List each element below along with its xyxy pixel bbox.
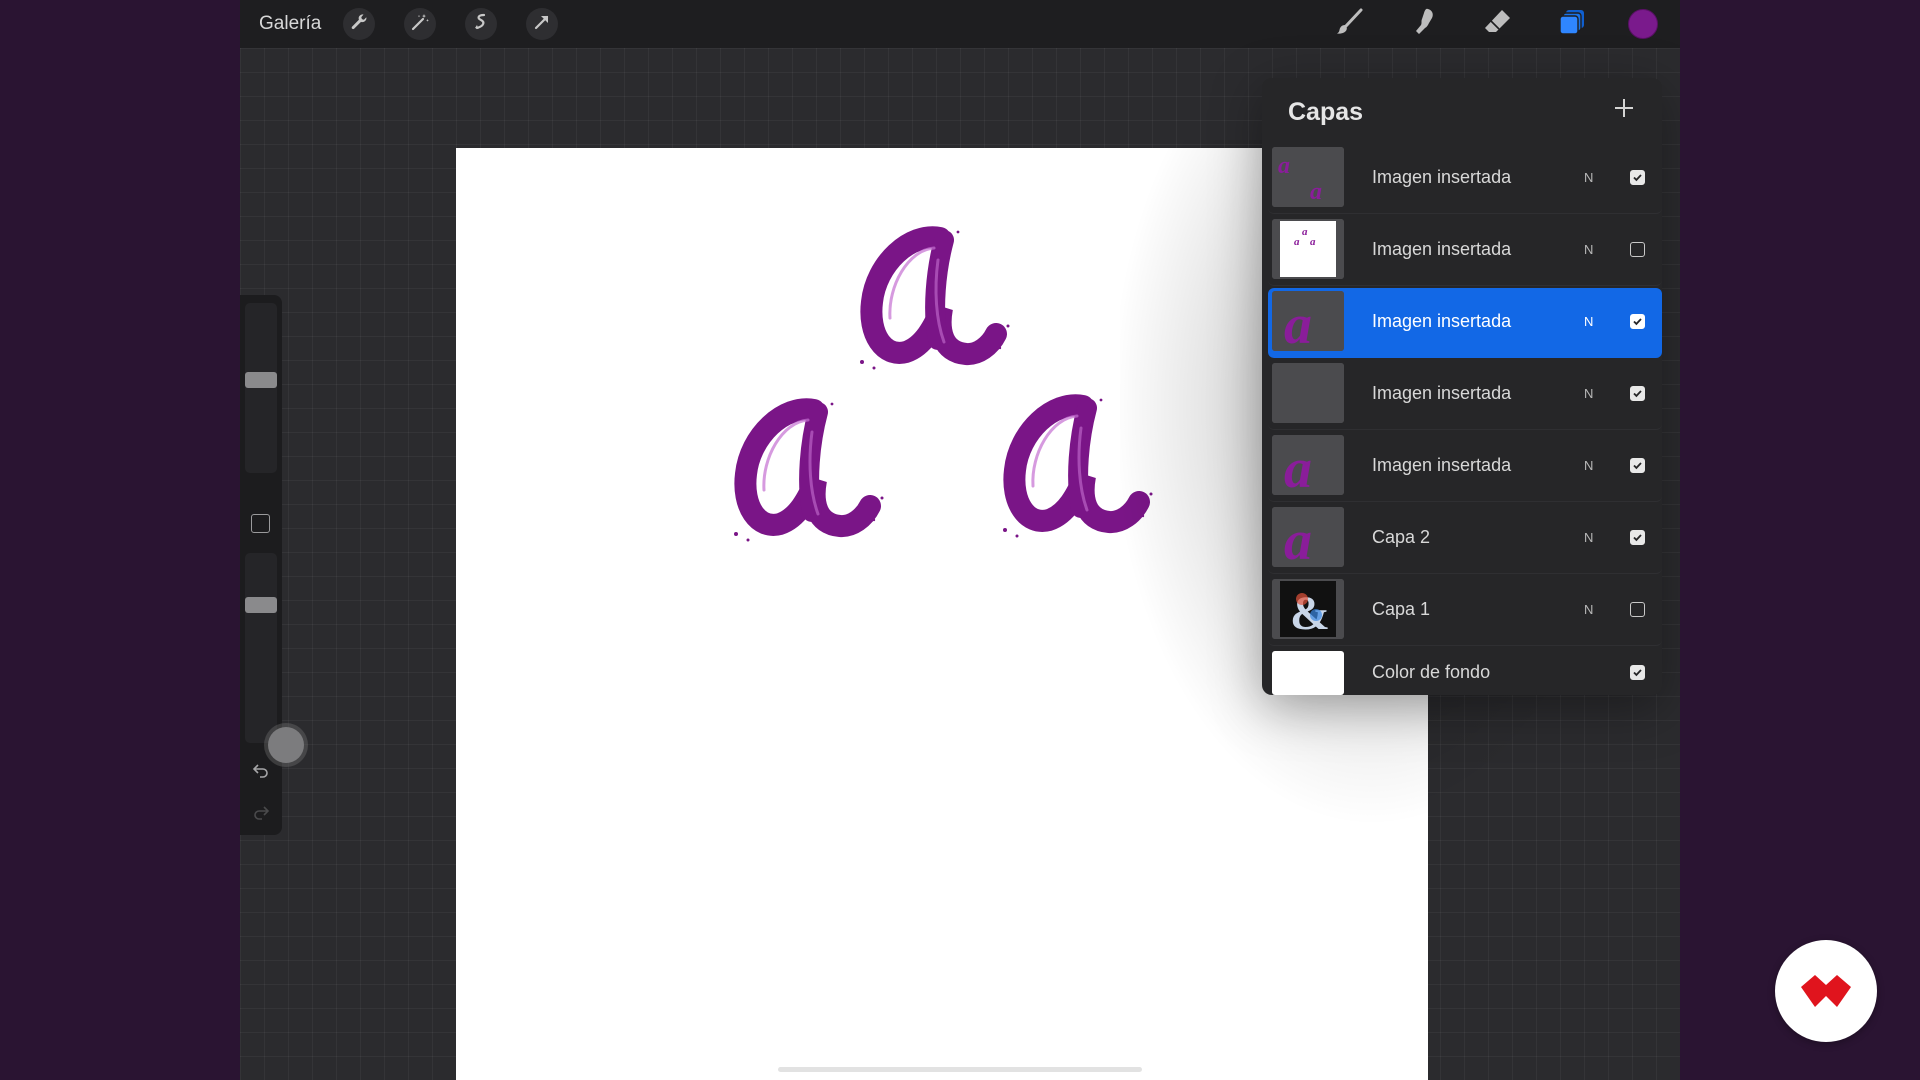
home-indicator[interactable] bbox=[778, 1067, 1142, 1072]
layer-thumbnail[interactable]: aa bbox=[1272, 147, 1344, 207]
layer-row[interactable]: a a a Imagen insertada N bbox=[1268, 216, 1662, 286]
svg-text:&: & bbox=[1290, 587, 1330, 639]
letter-a-top bbox=[860, 231, 1010, 370]
letter-a-left bbox=[734, 403, 884, 542]
right-tool-group bbox=[1332, 0, 1680, 48]
layers-tool-button[interactable] bbox=[1554, 6, 1590, 42]
magic-wand-icon bbox=[410, 12, 430, 37]
eraser-icon bbox=[1482, 6, 1514, 43]
layer-row[interactable]: a Imagen insertada N bbox=[1268, 432, 1662, 502]
layer-name: Imagen insertada bbox=[1372, 383, 1512, 403]
blend-mode-button[interactable]: N bbox=[1584, 386, 1593, 401]
top-toolbar: Galería bbox=[240, 0, 1680, 48]
svg-text:a: a bbox=[1278, 153, 1290, 179]
blend-mode-button[interactable]: N bbox=[1584, 170, 1593, 185]
blend-mode-button[interactable]: N bbox=[1584, 242, 1593, 257]
layer-visibility-checkbox[interactable] bbox=[1630, 530, 1645, 545]
layer-name: Imagen insertada bbox=[1372, 239, 1512, 259]
layer-thumbnail[interactable] bbox=[1272, 363, 1344, 423]
layer-visibility-checkbox[interactable] bbox=[1630, 458, 1645, 473]
transform-arrow-icon bbox=[532, 12, 552, 37]
layers-panel: Capas a a Imagen insertada Na a a Imagen inser… bbox=[1262, 78, 1662, 695]
blend-mode-button[interactable]: N bbox=[1584, 602, 1593, 617]
procreate-app: Galería Capas a a Imagen insertada N a a… bbox=[240, 0, 1680, 1080]
letter-a-right bbox=[1003, 399, 1153, 538]
eyedropper-modify-button[interactable] bbox=[251, 514, 270, 533]
opacity-slider[interactable] bbox=[245, 553, 277, 743]
brush-size-thumb[interactable] bbox=[245, 372, 277, 389]
gallery-button[interactable]: Galería bbox=[259, 13, 321, 35]
redo-icon bbox=[252, 803, 270, 826]
svg-text:a: a bbox=[1302, 226, 1308, 238]
layer-visibility-checkbox[interactable] bbox=[1630, 170, 1645, 185]
layer-visibility-checkbox[interactable] bbox=[1630, 386, 1645, 401]
layers-panel-title: Capas bbox=[1288, 98, 1364, 126]
layer-visibility-checkbox[interactable] bbox=[1630, 314, 1645, 329]
blend-mode-button[interactable]: N bbox=[1584, 314, 1593, 329]
layers-icon bbox=[1556, 6, 1588, 43]
layer-name: Capa 2 bbox=[1372, 527, 1431, 547]
quickmenu-handle[interactable] bbox=[268, 727, 304, 763]
layer-name: Color de fondo bbox=[1372, 662, 1491, 682]
selection-button[interactable] bbox=[465, 8, 498, 40]
smudge-tool-button[interactable] bbox=[1406, 6, 1442, 42]
layer-row[interactable]: a Capa 2 N bbox=[1268, 504, 1662, 574]
layer-name: Imagen insertada bbox=[1372, 311, 1512, 331]
layer-thumbnail[interactable]: aaa bbox=[1272, 219, 1344, 279]
layer-row[interactable]: & Capa 1 N bbox=[1268, 576, 1662, 646]
layer-row[interactable]: a Imagen insertada N bbox=[1268, 288, 1662, 358]
eraser-tool-button[interactable] bbox=[1480, 6, 1516, 42]
blend-mode-button[interactable]: N bbox=[1584, 530, 1593, 545]
svg-text:a: a bbox=[1284, 294, 1312, 351]
svg-text:a: a bbox=[1310, 179, 1322, 205]
brush-icon bbox=[1334, 6, 1366, 43]
selection-icon bbox=[471, 12, 491, 37]
transform-button[interactable] bbox=[526, 8, 559, 40]
smudge-icon bbox=[1408, 6, 1440, 43]
actions-button[interactable] bbox=[343, 8, 376, 40]
layer-row[interactable]: a a Imagen insertada N bbox=[1268, 144, 1662, 214]
layer-row[interactable]: Color de fondo bbox=[1268, 648, 1662, 695]
layer-name: Imagen insertada bbox=[1372, 455, 1512, 475]
layer-thumbnail[interactable]: a bbox=[1272, 291, 1344, 351]
layer-thumbnail[interactable]: a bbox=[1272, 507, 1344, 567]
brand-logo-mark bbox=[1801, 975, 1851, 1007]
layer-name: Imagen insertada bbox=[1372, 167, 1512, 187]
undo-button[interactable] bbox=[250, 761, 272, 783]
undo-icon bbox=[252, 761, 270, 784]
svg-text:a: a bbox=[1294, 236, 1300, 248]
wrench-icon bbox=[349, 12, 369, 37]
brush-tool-button[interactable] bbox=[1332, 6, 1368, 42]
redo-button[interactable] bbox=[250, 803, 272, 825]
layer-name: Capa 1 bbox=[1372, 599, 1431, 619]
layer-thumbnail[interactable] bbox=[1272, 651, 1344, 695]
adjustments-button[interactable] bbox=[404, 8, 437, 40]
svg-text:a: a bbox=[1284, 510, 1312, 567]
add-layer-button[interactable] bbox=[1608, 94, 1640, 126]
layer-visibility-checkbox[interactable] bbox=[1630, 602, 1645, 617]
layer-row[interactable]: Imagen insertada N bbox=[1268, 360, 1662, 430]
svg-text:a: a bbox=[1284, 438, 1312, 495]
layer-visibility-checkbox[interactable] bbox=[1630, 665, 1645, 680]
color-picker-button[interactable] bbox=[1628, 9, 1658, 39]
opacity-thumb[interactable] bbox=[245, 596, 277, 613]
svg-text:a: a bbox=[1310, 236, 1316, 248]
layer-thumbnail[interactable]: a bbox=[1272, 435, 1344, 495]
blend-mode-button[interactable]: N bbox=[1584, 458, 1593, 473]
brand-logo bbox=[1775, 940, 1877, 1042]
layer-visibility-checkbox[interactable] bbox=[1630, 242, 1645, 257]
layer-thumbnail[interactable]: & bbox=[1272, 579, 1344, 639]
plus-icon bbox=[1613, 97, 1635, 124]
